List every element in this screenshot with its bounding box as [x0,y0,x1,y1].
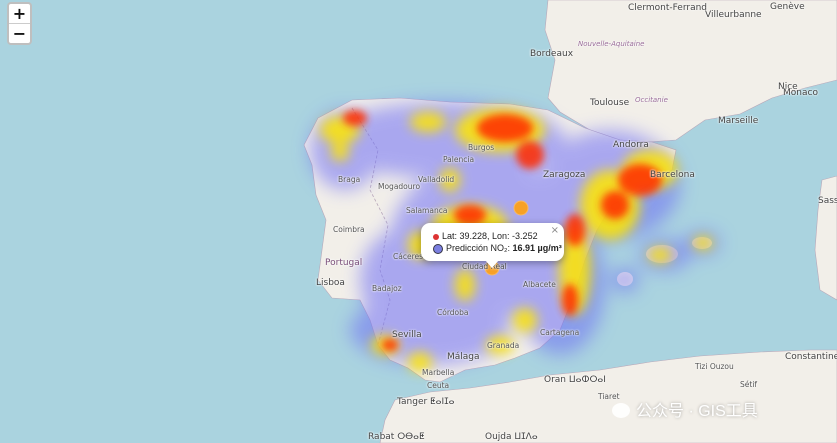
label-zaragoza: Zaragoza [543,170,586,180]
popup-prediction-value: 16.91 µg/m³ [512,243,562,253]
label-setif: Sétif [740,380,758,389]
label-lisboa: Lisboa [316,278,345,288]
popup-close-button[interactable]: × [551,225,559,236]
zoom-out-button[interactable]: − [9,23,30,43]
watermark-text: 公众号 · GIS工具 [636,403,758,420]
label-tizi: Tizi Ouzou [695,362,734,371]
location-pin-icon [433,233,439,240]
label-geneve: Genève [770,2,805,12]
land-france [544,0,837,143]
label-oujda: Oujda ⵡⵊⴷⴰ [485,432,538,442]
label-clermont: Clermont-Ferrand [628,3,708,13]
label-marbella: Marbella [422,368,455,377]
label-coimbra: Coimbra [333,225,365,234]
label-barcelona: Barcelona [650,170,695,180]
label-sassari: Sassari [818,196,837,206]
label-bordeaux: Bordeaux [530,49,574,59]
sensor-marker [513,200,529,216]
label-villeurbanne: Villeurbanne [705,10,762,20]
label-braga: Braga [338,175,361,184]
basemap [303,0,837,443]
label-sevilla: Sevilla [392,330,422,340]
watermark: 公众号 · GIS工具 [612,397,758,421]
label-ceuta: Ceuta [427,381,450,390]
label-oran: Oran ⵡⴰⵀⵔⴰⵏ [544,375,606,385]
label-constantine: Constantine [785,352,837,362]
label-mogadouro: Mogadouro [378,182,421,191]
label-toulouse: Toulouse [590,98,630,108]
label-nouvelle-aquitaine: Nouvelle-Aquitaine [578,40,645,48]
label-cartagena: Cartagena [540,328,580,337]
pollution-icon [433,243,443,254]
popup-coords-row: Lat: 39.228, Lon: -3.252 [433,231,538,241]
land-sardinia [814,175,837,301]
label-occitanie: Occitanie [635,96,668,104]
popup-prediction-row: Predicción NO₂: 16.91 µg/m³ [433,243,562,254]
label-caceres: Cáceres [393,252,424,261]
zoom-control: + − [7,2,32,45]
zoom-in-button[interactable]: + [9,4,30,23]
label-monaco: Monaco [783,88,818,98]
label-malaga: Málaga [447,352,480,362]
label-cordoba: Córdoba [437,308,469,317]
label-marseille: Marseille [718,116,759,126]
label-badajoz: Badajoz [372,284,402,293]
wechat-icon [612,403,630,418]
label-portugal: Portugal [325,258,363,268]
popup-coords: Lat: 39.228, Lon: -3.252 [442,231,538,241]
label-salamanca: Salamanca [406,206,448,215]
label-tanger: Tanger ⵟⴰⵏⵊⴰ [397,397,455,407]
map-view[interactable]: Clermont-Ferrand Villeurbanne Genève Bor… [0,0,837,443]
label-burgos: Burgos [468,143,495,152]
label-andorra: Andorra [613,140,649,150]
label-albacete: Albacete [523,280,556,289]
label-rabat: Rabat ⵔⴱⴰⵟ [368,432,425,442]
label-valladolid: Valladolid [418,175,455,184]
label-granada: Granada [487,341,520,350]
popup-prediction-label: Predicción NO₂: [446,243,511,253]
prediction-popup: × Lat: 39.228, Lon: -3.252 Predicción NO… [421,223,564,268]
label-palencia: Palencia [443,155,475,164]
popup-tip [485,260,499,268]
